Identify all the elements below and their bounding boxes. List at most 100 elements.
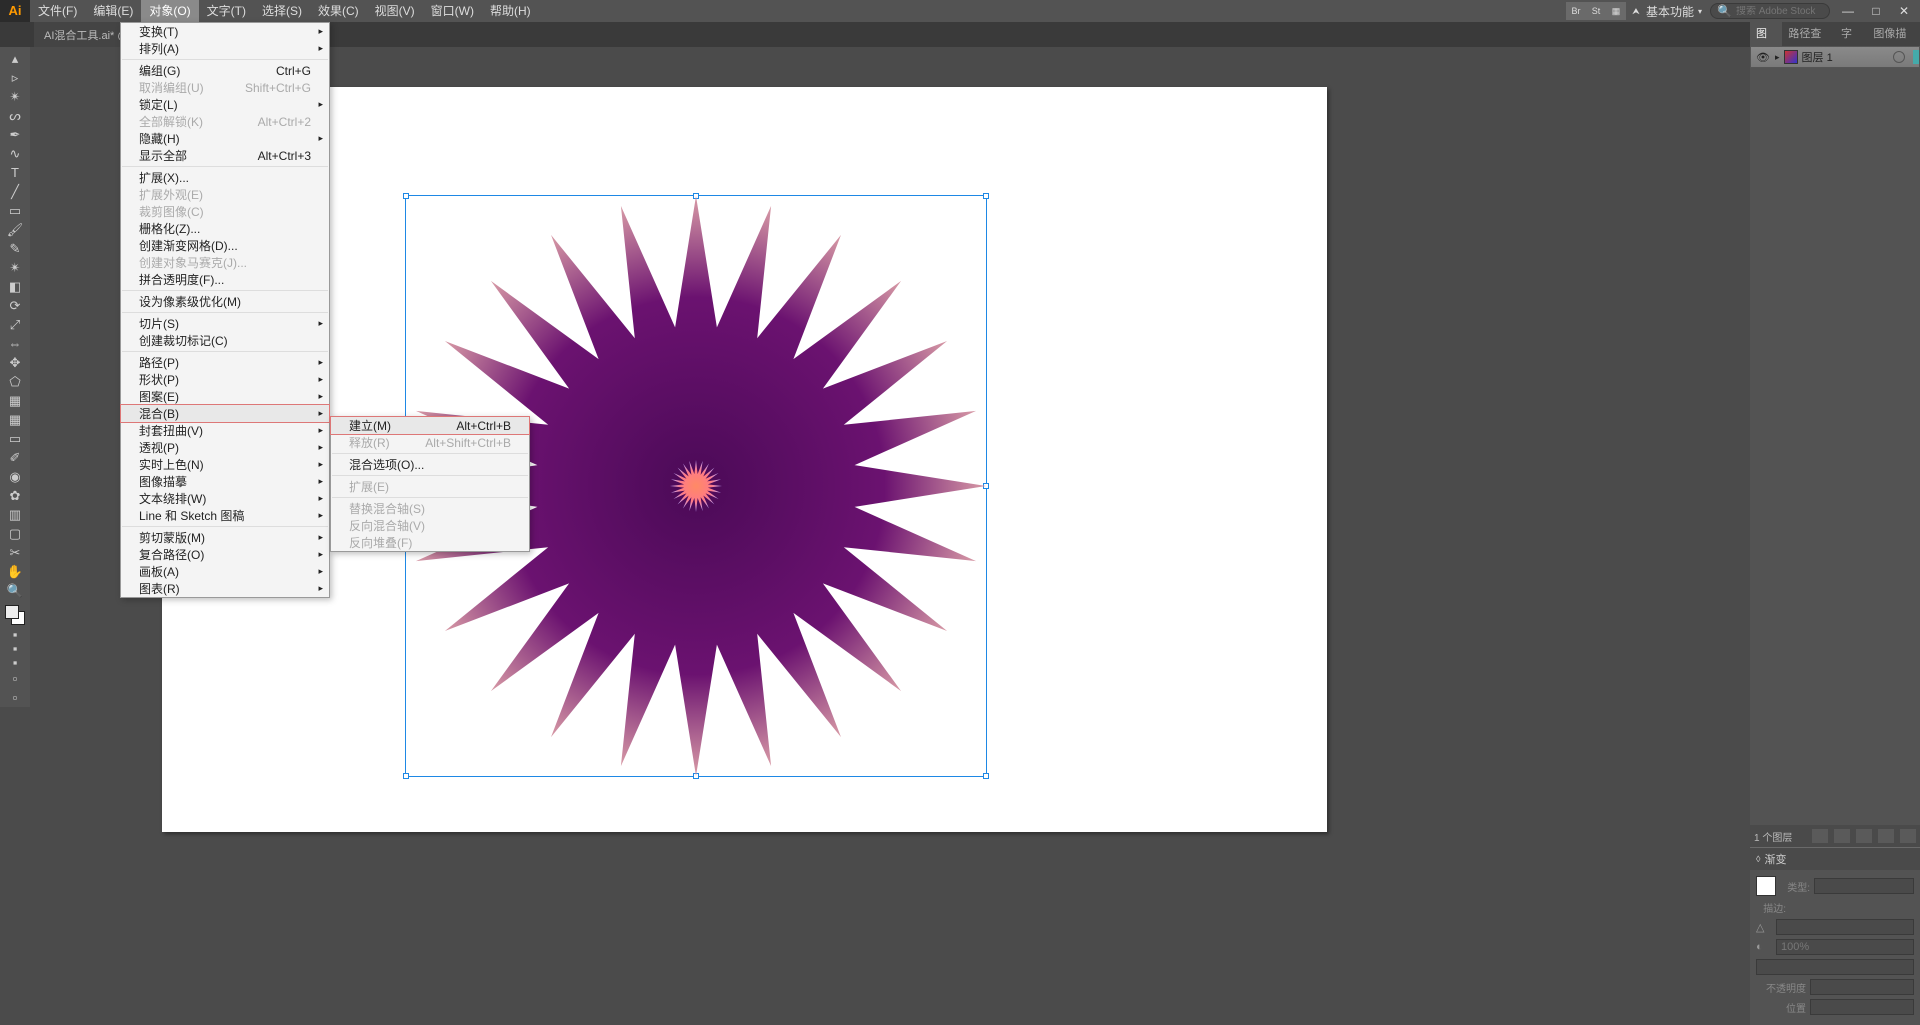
panel-tab-0[interactable]: 图层 [1750, 22, 1782, 46]
menu-item-30[interactable]: 图像描摹 [121, 473, 329, 490]
expand-icon[interactable]: ▸ [1775, 52, 1780, 63]
screen-mode[interactable]: ▫ [3, 688, 27, 707]
new-sublayer-icon[interactable] [1856, 829, 1872, 843]
menu-item-29[interactable]: 实时上色(N) [121, 456, 329, 473]
tool-direct[interactable]: ▹ [3, 68, 27, 87]
menu-item-36[interactable]: 画板(A) [121, 563, 329, 580]
fill-mode-none[interactable]: ▪ [3, 655, 27, 669]
menu-item-3[interactable]: 编组(G)Ctrl+G [121, 62, 329, 79]
tool-slice[interactable]: ✂ [3, 543, 27, 562]
tool-line[interactable]: ╱ [3, 182, 27, 201]
tool-width[interactable]: ⇔ [3, 334, 27, 353]
gradient-position-field[interactable] [1810, 999, 1914, 1015]
layer-name[interactable]: 图层 1 [1802, 49, 1833, 65]
tool-column[interactable]: ▥ [3, 505, 27, 524]
stock-icon[interactable]: St [1586, 2, 1606, 20]
menu-item-1[interactable]: 排列(A) [121, 40, 329, 57]
locate-layer-icon[interactable] [1812, 829, 1828, 843]
tool-zoom[interactable]: 🔍 [3, 581, 27, 600]
stock-search[interactable]: 🔍 [1710, 3, 1830, 19]
panel-tab-2[interactable]: 字符 [1835, 22, 1867, 46]
menu-4[interactable]: 选择(S) [254, 0, 310, 22]
fill-stroke-swatch[interactable] [3, 603, 27, 627]
tool-lasso[interactable]: ᔕ [3, 106, 27, 125]
maximize-button[interactable]: □ [1866, 1, 1886, 21]
menu-item-10[interactable]: 扩展(X)... [121, 169, 329, 186]
tool-rect[interactable]: ▭ [3, 201, 27, 220]
tool-free[interactable]: ✥ [3, 353, 27, 372]
menu-item-14[interactable]: 创建渐变网格(D)... [121, 237, 329, 254]
menu-item-37[interactable]: 图表(R) [121, 580, 329, 597]
make-clip-icon[interactable] [1834, 829, 1850, 843]
menu-item-0[interactable]: 变换(T) [121, 23, 329, 40]
tool-brush[interactable]: 🖌 [3, 220, 27, 239]
tool-mesh[interactable]: ▦ [3, 410, 27, 429]
gradient-angle-field[interactable] [1776, 919, 1914, 935]
menu-item-34[interactable]: 剪切蒙版(M) [121, 529, 329, 546]
gradient-type-field[interactable] [1814, 878, 1914, 894]
draw-normal[interactable]: ▫ [3, 669, 27, 688]
panel-tab-3[interactable]: 图像描摹 [1867, 22, 1920, 46]
new-layer-icon[interactable] [1878, 829, 1894, 843]
fill-mode-gradient[interactable]: ▪ [3, 641, 27, 655]
gradient-swatch[interactable] [1756, 876, 1776, 896]
tool-hand[interactable]: ✋ [3, 562, 27, 581]
gpu-icon[interactable]: ⮝ [1626, 2, 1646, 20]
minimize-button[interactable]: — [1838, 1, 1858, 21]
tool-select[interactable]: ▴ [3, 49, 27, 68]
menu-item-20[interactable]: 切片(S) [121, 315, 329, 332]
menu-item-32[interactable]: Line 和 Sketch 图稿 [121, 507, 329, 524]
tool-eraser[interactable]: ◧ [3, 277, 27, 296]
gradient-ramp[interactable] [1756, 959, 1914, 975]
arrange-docs-icon[interactable]: ▦ [1606, 2, 1626, 20]
menu-item-25[interactable]: 图案(E) [121, 388, 329, 405]
tool-perspective[interactable]: ▦ [3, 391, 27, 410]
tool-pencil[interactable]: ✎ [3, 239, 27, 258]
tool-symbol[interactable]: ✿ [3, 486, 27, 505]
workspace-switcher[interactable]: 基本功能▾ [1646, 3, 1702, 20]
tool-eyedropper[interactable]: ✐ [3, 448, 27, 467]
menu-item-21[interactable]: 创建裁切标记(C) [121, 332, 329, 349]
menu-8[interactable]: 帮助(H) [482, 0, 539, 22]
menu-item-31[interactable]: 文本绕排(W) [121, 490, 329, 507]
menu-item-28[interactable]: 透视(P) [121, 439, 329, 456]
close-button[interactable]: ✕ [1894, 1, 1914, 21]
gradient-aspect-field[interactable]: 100% [1776, 939, 1914, 955]
tool-blend[interactable]: ◉ [3, 467, 27, 486]
panel-tab-1[interactable]: 路径查找 [1782, 22, 1835, 46]
fill-mode-color[interactable]: ▪ [3, 627, 27, 641]
tool-shape-builder[interactable]: ⬠ [3, 372, 27, 391]
menu-item-27[interactable]: 封套扭曲(V) [121, 422, 329, 439]
bridge-icon[interactable]: Br [1566, 2, 1586, 20]
menu-item-3[interactable]: 混合选项(O)... [331, 456, 529, 473]
menu-item-26[interactable]: 混合(B) [121, 405, 329, 422]
menu-item-23[interactable]: 路径(P) [121, 354, 329, 371]
gradient-panel-title[interactable]: ◊ 渐变 [1750, 848, 1920, 870]
tool-artboard[interactable]: ▢ [3, 524, 27, 543]
menu-0[interactable]: 文件(F) [30, 0, 85, 22]
menu-5[interactable]: 效果(C) [310, 0, 367, 22]
menu-7[interactable]: 窗口(W) [423, 0, 482, 22]
tool-gradient[interactable]: ▭ [3, 429, 27, 448]
menu-item-13[interactable]: 栅格化(Z)... [121, 220, 329, 237]
stock-search-input[interactable] [1736, 6, 1826, 17]
tool-wand[interactable]: ✴ [3, 87, 27, 106]
delete-layer-icon[interactable] [1900, 829, 1916, 843]
tool-pen[interactable]: ✒ [3, 125, 27, 144]
tool-type[interactable]: T [3, 163, 27, 182]
menu-item-8[interactable]: 显示全部Alt+Ctrl+3 [121, 147, 329, 164]
menu-item-35[interactable]: 复合路径(O) [121, 546, 329, 563]
menu-item-7[interactable]: 隐藏(H) [121, 130, 329, 147]
gradient-opacity-field[interactable] [1810, 979, 1914, 995]
layer-row[interactable]: 👁 ▸ 图层 1 [1750, 46, 1920, 68]
menu-item-18[interactable]: 设为像素级优化(M) [121, 293, 329, 310]
menu-3[interactable]: 文字(T) [199, 0, 254, 22]
menu-item-16[interactable]: 拼合透明度(F)... [121, 271, 329, 288]
menu-1[interactable]: 编辑(E) [85, 0, 141, 22]
visibility-icon[interactable]: 👁 [1755, 51, 1771, 64]
menu-item-0[interactable]: 建立(M)Alt+Ctrl+B [331, 417, 529, 434]
tool-scale[interactable]: ⤢ [3, 315, 27, 334]
menu-6[interactable]: 视图(V) [367, 0, 423, 22]
menu-item-5[interactable]: 锁定(L) [121, 96, 329, 113]
tool-shaper[interactable]: ✴ [3, 258, 27, 277]
